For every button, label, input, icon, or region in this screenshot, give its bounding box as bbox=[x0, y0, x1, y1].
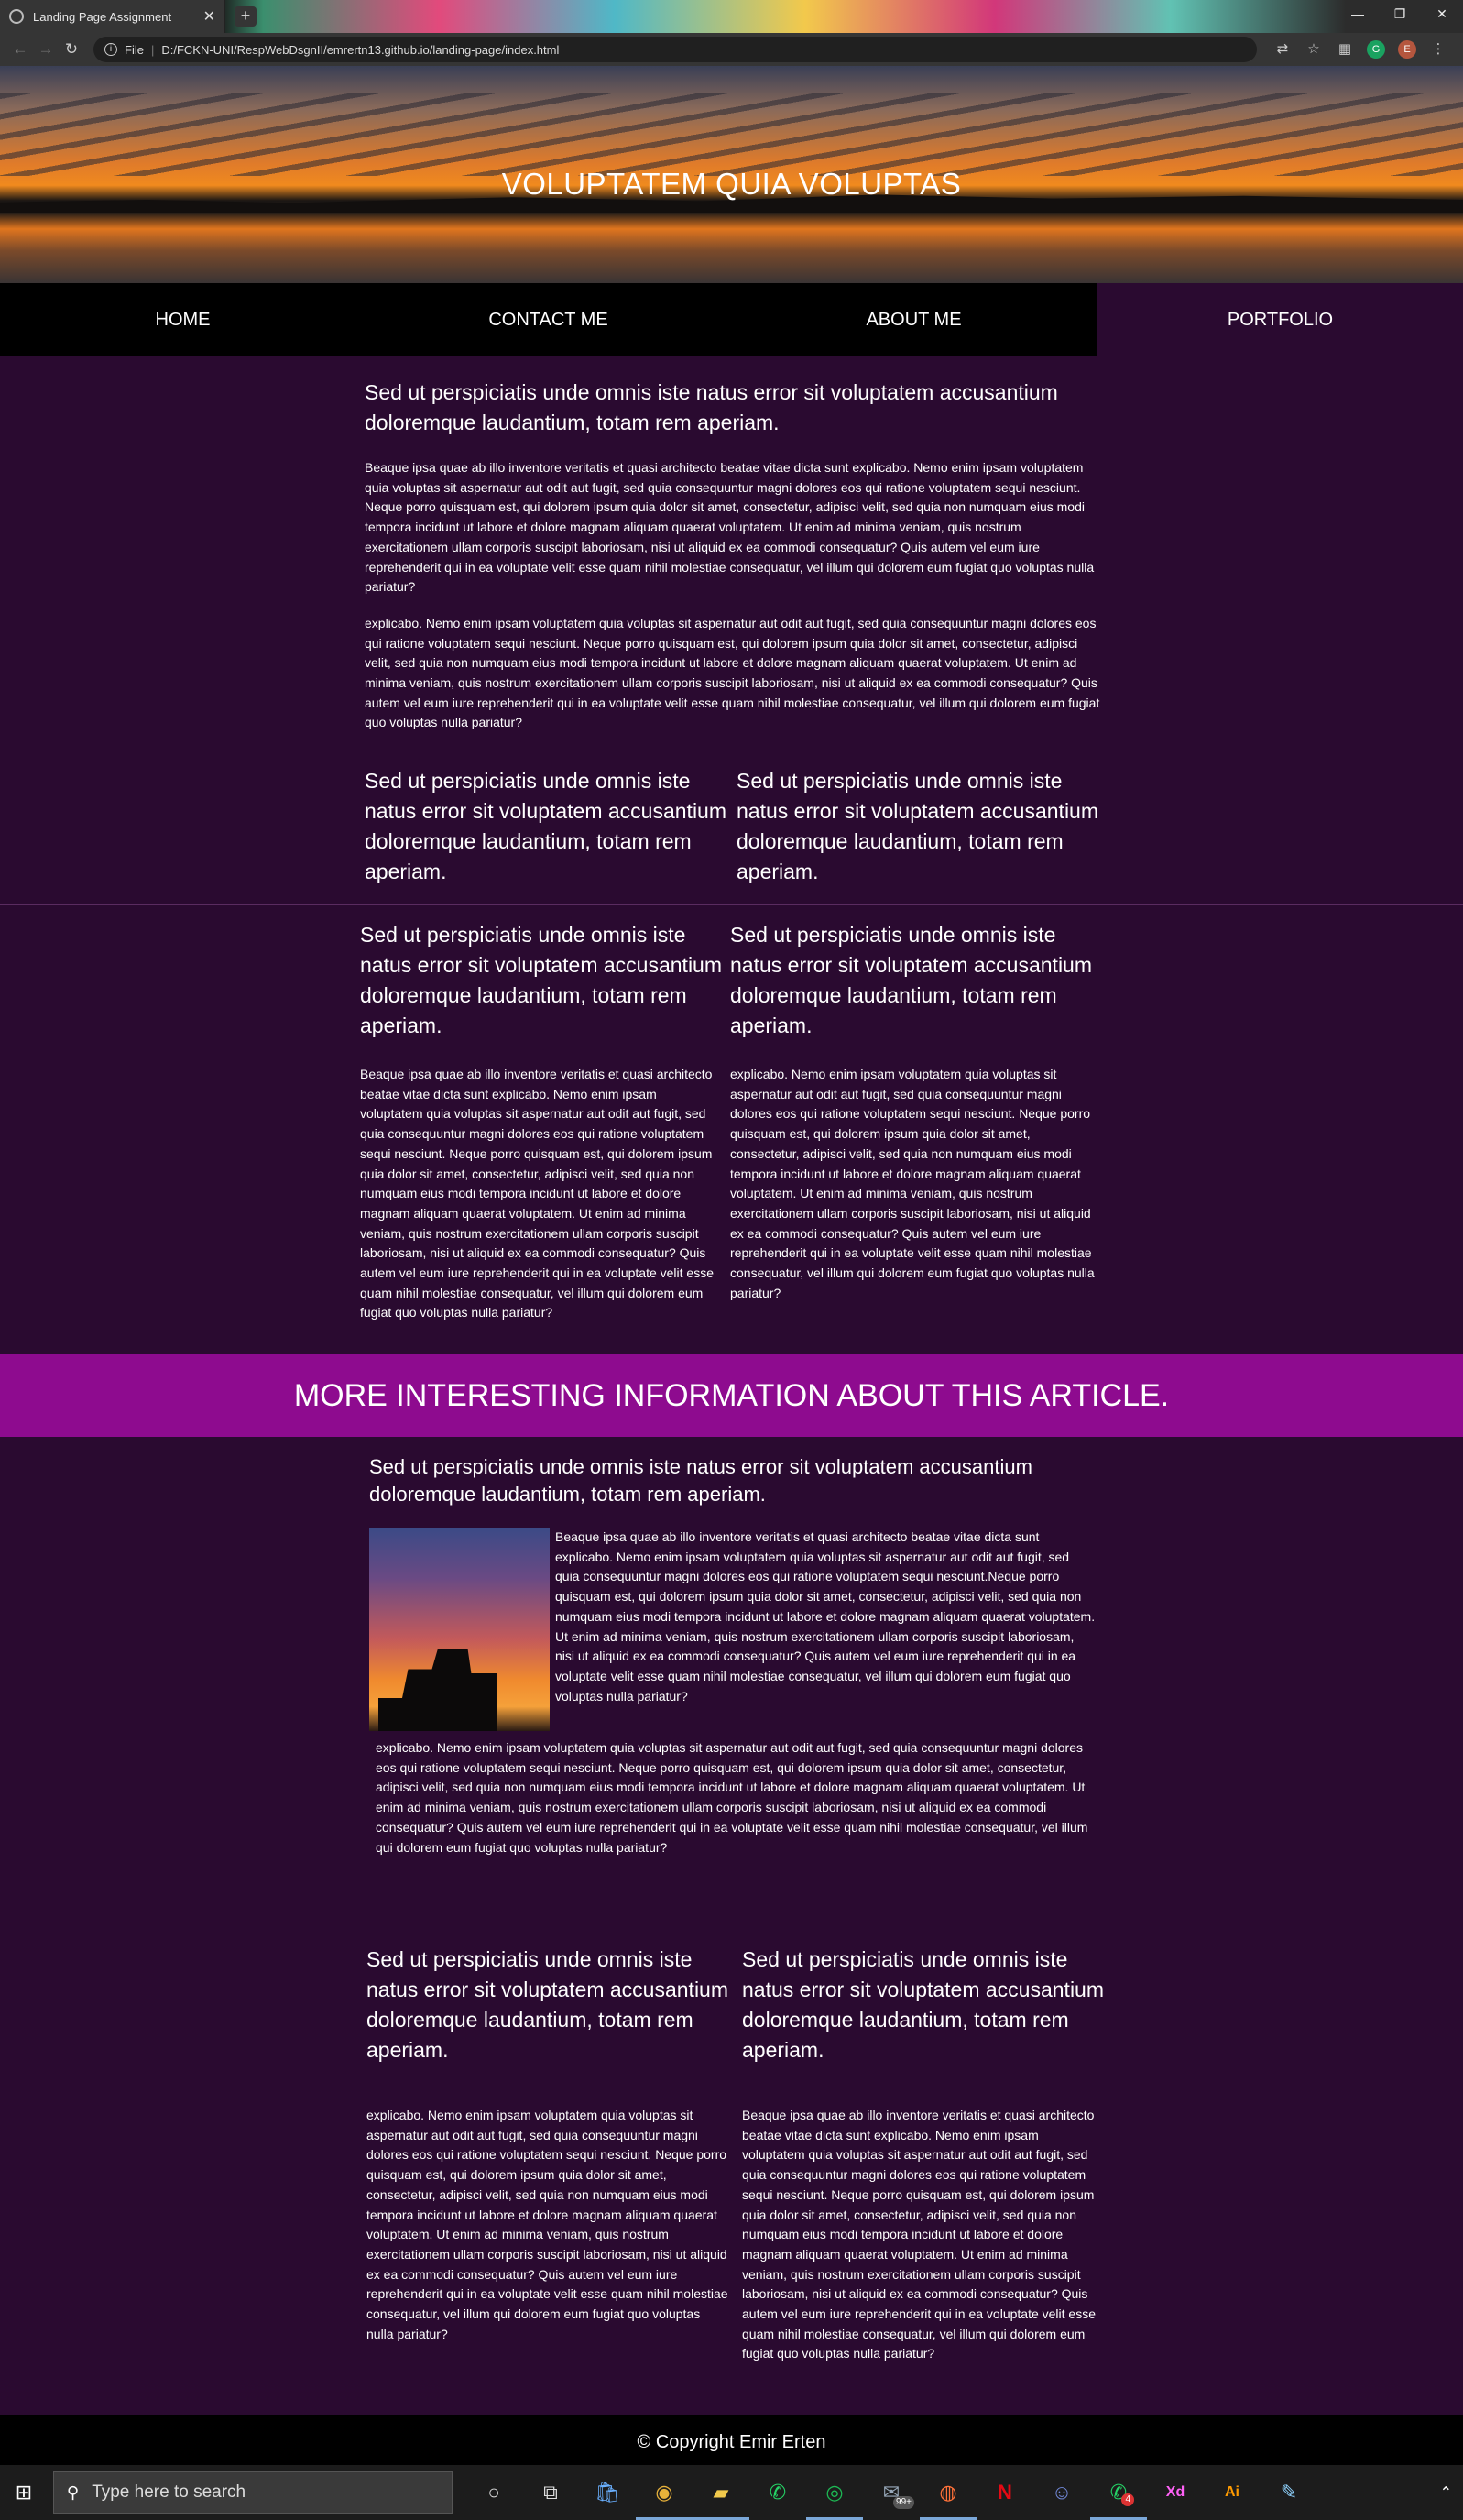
netflix-icon[interactable]: N bbox=[977, 2465, 1033, 2520]
whatsapp-badge: 4 bbox=[1121, 2493, 1134, 2506]
url-separator: | bbox=[150, 42, 155, 57]
windows-taskbar: ⊞ ⚲ Type here to search ○ ⧉ 🛍 ◉ ▰ ✆ ◎ ✉ 9… bbox=[0, 2465, 1463, 2520]
section3-below-image: explicabo. Nemo enim ipsam voluptatem qu… bbox=[376, 1738, 1099, 1857]
section2-heading-right: Sed ut perspiciatis unde omnis iste natu… bbox=[730, 923, 1093, 1037]
page-favicon-icon bbox=[9, 9, 24, 24]
photo-building-silhouette bbox=[378, 1649, 497, 1731]
back-arrow-icon[interactable]: ← bbox=[7, 40, 33, 59]
nav-item-home[interactable]: HOME bbox=[0, 283, 366, 356]
section3-text-beside-image: Beaque ipsa quae ab illo inventore verit… bbox=[555, 1529, 1096, 1704]
whatsapp-icon[interactable]: ✆ bbox=[749, 2465, 806, 2520]
section2-heading-left: Sed ut perspiciatis unde omnis iste natu… bbox=[360, 923, 723, 1037]
taskbar-apps: ○ ⧉ 🛍 ◉ ▰ ✆ ◎ ✉ 99+ ◍ N ☺ ✆ 4 Xd Ai ✎ bbox=[465, 2465, 1317, 2520]
reload-icon[interactable]: ↻ bbox=[59, 40, 84, 59]
page-footer: © Copyright Emir Erten bbox=[0, 2415, 1463, 2470]
section3-text-below-image: explicabo. Nemo enim ipsam voluptatem qu… bbox=[376, 1740, 1088, 1855]
whatsapp-beta-icon[interactable]: ✆ 4 bbox=[1090, 2465, 1147, 2520]
search-placeholder: Type here to search bbox=[92, 2482, 246, 2502]
section1-col-left: Sed ut perspiciatis unde omnis iste natu… bbox=[365, 766, 727, 887]
translate-icon[interactable]: ⇄ bbox=[1273, 40, 1292, 59]
browser-tab-active[interactable]: Landing Page Assignment ✕ bbox=[0, 0, 225, 33]
tab-close-icon[interactable]: ✕ bbox=[203, 7, 215, 26]
notepad-icon[interactable]: ✎ bbox=[1261, 2465, 1317, 2520]
section4-heading-right: Sed ut perspiciatis unde omnis iste natu… bbox=[742, 1947, 1105, 2062]
grammarly-icon[interactable]: G bbox=[1367, 40, 1385, 59]
section1-heading: Sed ut perspiciatis unde omnis iste natu… bbox=[365, 380, 1058, 434]
illustrator-icon[interactable]: Ai bbox=[1204, 2465, 1261, 2520]
main-nav: HOME CONTACT ME ABOUT ME PORTFOLIO bbox=[0, 283, 1463, 356]
section2-text-left: Beaque ipsa quae ab illo inventore verit… bbox=[360, 1067, 714, 1320]
section3-heading-wrap: Sed ut perspiciatis unde omnis iste natu… bbox=[369, 1453, 1102, 1508]
chrome-icon[interactable]: ◉ bbox=[636, 2465, 693, 2520]
web-page: VOLUPTATEM QUIA VOLUPTAS HOME CONTACT ME… bbox=[0, 66, 1463, 2415]
extension-icon[interactable]: ▦ bbox=[1336, 40, 1354, 59]
minimize-button[interactable]: — bbox=[1337, 0, 1379, 27]
nav-item-contact[interactable]: CONTACT ME bbox=[366, 283, 731, 356]
profile-avatar[interactable]: E bbox=[1398, 40, 1416, 59]
tab-title: Landing Page Assignment bbox=[33, 9, 172, 24]
hero-clouds bbox=[0, 93, 1463, 176]
spotify-icon[interactable]: ◎ bbox=[806, 2465, 863, 2520]
site-info-icon[interactable]: i bbox=[104, 43, 117, 56]
mail-badge: 99+ bbox=[893, 2496, 914, 2509]
close-window-button[interactable]: ✕ bbox=[1421, 0, 1463, 27]
section2-col-right: Sed ut perspiciatis unde omnis iste natu… bbox=[730, 920, 1100, 1303]
task-view-icon[interactable]: ⧉ bbox=[522, 2465, 579, 2520]
section2-text-right: explicabo. Nemo enim ipsam voluptatem qu… bbox=[730, 1067, 1095, 1300]
hero-title: VOLUPTATEM QUIA VOLUPTAS bbox=[501, 167, 962, 201]
sunset-photo bbox=[369, 1528, 550, 1731]
section1-col-heading-right: Sed ut perspiciatis unde omnis iste natu… bbox=[737, 769, 1099, 883]
system-tray: ⌃ bbox=[1440, 2483, 1463, 2502]
section2-col-left: Sed ut perspiciatis unde omnis iste natu… bbox=[360, 920, 723, 1323]
scheme-label: File bbox=[125, 42, 144, 57]
store-icon[interactable]: 🛍 bbox=[579, 2465, 636, 2520]
firefox-icon[interactable]: ◍ bbox=[920, 2465, 977, 2520]
hero-banner: VOLUPTATEM QUIA VOLUPTAS bbox=[0, 66, 1463, 283]
new-tab-button[interactable]: + bbox=[235, 6, 257, 27]
window-controls: — ❐ ✕ bbox=[1337, 0, 1463, 27]
address-bar[interactable]: i File | D:/FCKN-UNI/RespWebDsgnII/emrer… bbox=[93, 37, 1257, 62]
section4-text-right: Beaque ipsa quae ab illo inventore verit… bbox=[742, 2108, 1096, 2361]
section1-paragraph-1: Beaque ipsa quae ab illo inventore verit… bbox=[365, 460, 1095, 595]
section1: Sed ut perspiciatis unde omnis iste natu… bbox=[365, 378, 1103, 733]
discord-icon[interactable]: ☺ bbox=[1033, 2465, 1090, 2520]
forward-arrow-icon[interactable]: → bbox=[33, 40, 59, 59]
bookmark-star-icon[interactable]: ☆ bbox=[1305, 40, 1323, 59]
section4-col-right: Sed ut perspiciatis unde omnis iste natu… bbox=[742, 1945, 1105, 2364]
section4-text-left: explicabo. Nemo enim ipsam voluptatem qu… bbox=[366, 2108, 728, 2341]
file-explorer-icon[interactable]: ▰ bbox=[693, 2465, 749, 2520]
section3-heading: Sed ut perspiciatis unde omnis iste natu… bbox=[369, 1455, 1032, 1506]
section1-col-right: Sed ut perspiciatis unde omnis iste natu… bbox=[737, 766, 1103, 887]
section1-paragraph-2: explicabo. Nemo enim ipsam voluptatem qu… bbox=[365, 615, 1100, 730]
nav-item-about[interactable]: ABOUT ME bbox=[731, 283, 1097, 356]
mail-icon[interactable]: ✉ 99+ bbox=[863, 2465, 920, 2520]
section-divider bbox=[0, 904, 1463, 905]
section1-col-heading-left: Sed ut perspiciatis unde omnis iste natu… bbox=[365, 769, 727, 883]
section4-col-left: Sed ut perspiciatis unde omnis iste natu… bbox=[366, 1945, 729, 2344]
extension-icons: ⇄ ☆ ▦ G E ⋮ bbox=[1273, 40, 1447, 59]
section3-beside-image: Beaque ipsa quae ab illo inventore verit… bbox=[555, 1528, 1096, 1706]
taskbar-search-box[interactable]: ⚲ Type here to search bbox=[53, 2471, 453, 2514]
cortana-icon[interactable]: ○ bbox=[465, 2465, 522, 2520]
menu-kebab-icon[interactable]: ⋮ bbox=[1429, 40, 1447, 59]
browser-toolbar: ← → ↻ i File | D:/FCKN-UNI/RespWebDsgnII… bbox=[0, 33, 1463, 66]
tray-chevron-up-icon[interactable]: ⌃ bbox=[1440, 2483, 1452, 2502]
windows-start-icon[interactable]: ⊞ bbox=[0, 2481, 48, 2504]
nav-item-portfolio[interactable]: PORTFOLIO bbox=[1097, 283, 1463, 356]
info-banner: MORE INTERESTING INFORMATION ABOUT THIS … bbox=[0, 1354, 1463, 1437]
restore-button[interactable]: ❐ bbox=[1379, 0, 1421, 27]
browser-tab-strip: Landing Page Assignment ✕ + — ❐ ✕ bbox=[0, 0, 1463, 33]
search-icon: ⚲ bbox=[67, 2482, 80, 2502]
section4-heading-left: Sed ut perspiciatis unde omnis iste natu… bbox=[366, 1947, 729, 2062]
adobe-xd-icon[interactable]: Xd bbox=[1147, 2465, 1204, 2520]
url-text[interactable]: D:/FCKN-UNI/RespWebDsgnII/emrertn13.gith… bbox=[161, 43, 559, 57]
